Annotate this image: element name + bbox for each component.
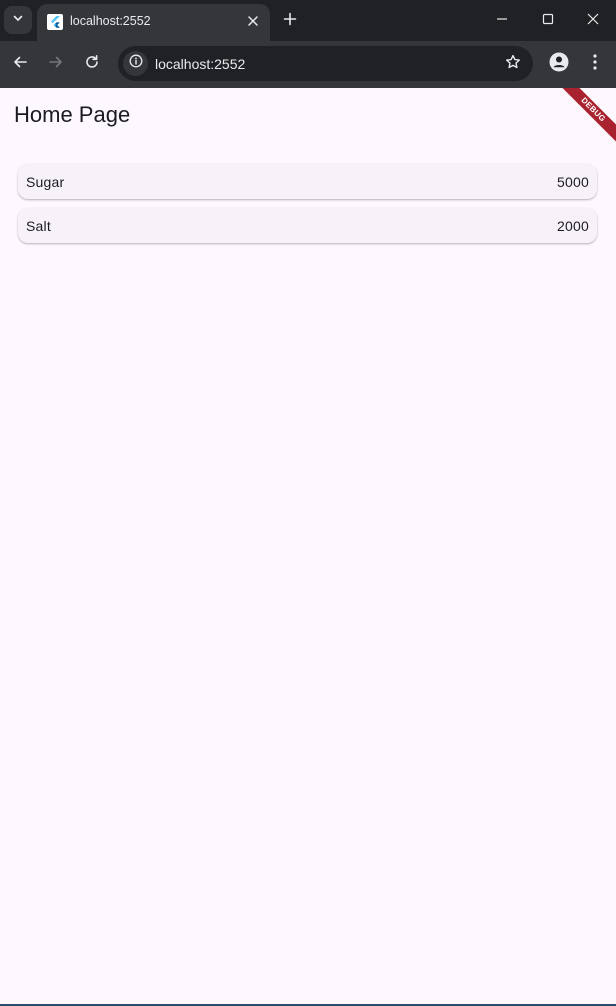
close-icon [248,13,258,31]
plus-icon [283,12,297,31]
item-name: Salt [26,218,51,234]
browser-toolbar: localhost:2552 [0,41,616,88]
list-item[interactable]: Salt 2000 [18,208,597,243]
url-text: localhost:2552 [155,56,246,72]
chevron-down-icon [12,11,24,29]
back-button[interactable] [6,50,34,78]
star-icon [505,54,521,75]
address-bar[interactable]: localhost:2552 [118,46,533,81]
item-quantity: 2000 [557,218,589,234]
arrow-right-icon [48,54,64,75]
maximize-icon [542,12,554,30]
item-list: Sugar 5000 Salt 2000 [18,164,597,252]
minimize-button[interactable] [479,0,525,41]
close-icon [587,12,599,30]
new-tab-button[interactable] [278,9,302,33]
reload-button[interactable] [78,50,106,78]
tab-title: localhost:2552 [70,14,151,28]
item-name: Sugar [26,174,65,190]
page-viewport: Home Page Sugar 5000 Salt 2000 DEBUG [0,88,616,1004]
tab-active[interactable]: localhost:2552 [37,4,270,41]
bookmark-button[interactable] [503,54,523,74]
person-icon [549,52,569,77]
close-window-button[interactable] [570,0,616,41]
arrow-left-icon [12,54,28,75]
site-info-button[interactable] [123,51,148,76]
flutter-logo-icon [47,14,63,30]
browser-menu-button[interactable] [583,51,607,77]
forward-button[interactable] [42,50,70,78]
tab-search-button[interactable] [4,6,32,34]
debug-banner-label: DEBUG [556,88,616,147]
reload-icon [84,54,100,75]
info-icon [129,54,143,73]
maximize-button[interactable] [525,0,571,41]
minimize-icon [496,12,508,30]
profile-button[interactable] [546,51,572,77]
tab-close-button[interactable] [244,13,262,31]
tab-strip: localhost:2552 [0,0,616,41]
browser-window: localhost:2552 localhost:2552 Home Page … [0,0,616,1006]
page-title: Home Page [14,102,131,127]
item-quantity: 5000 [557,174,589,190]
more-vertical-icon [592,53,598,76]
debug-banner: DEBUG [556,88,616,148]
list-item[interactable]: Sugar 5000 [18,164,597,199]
